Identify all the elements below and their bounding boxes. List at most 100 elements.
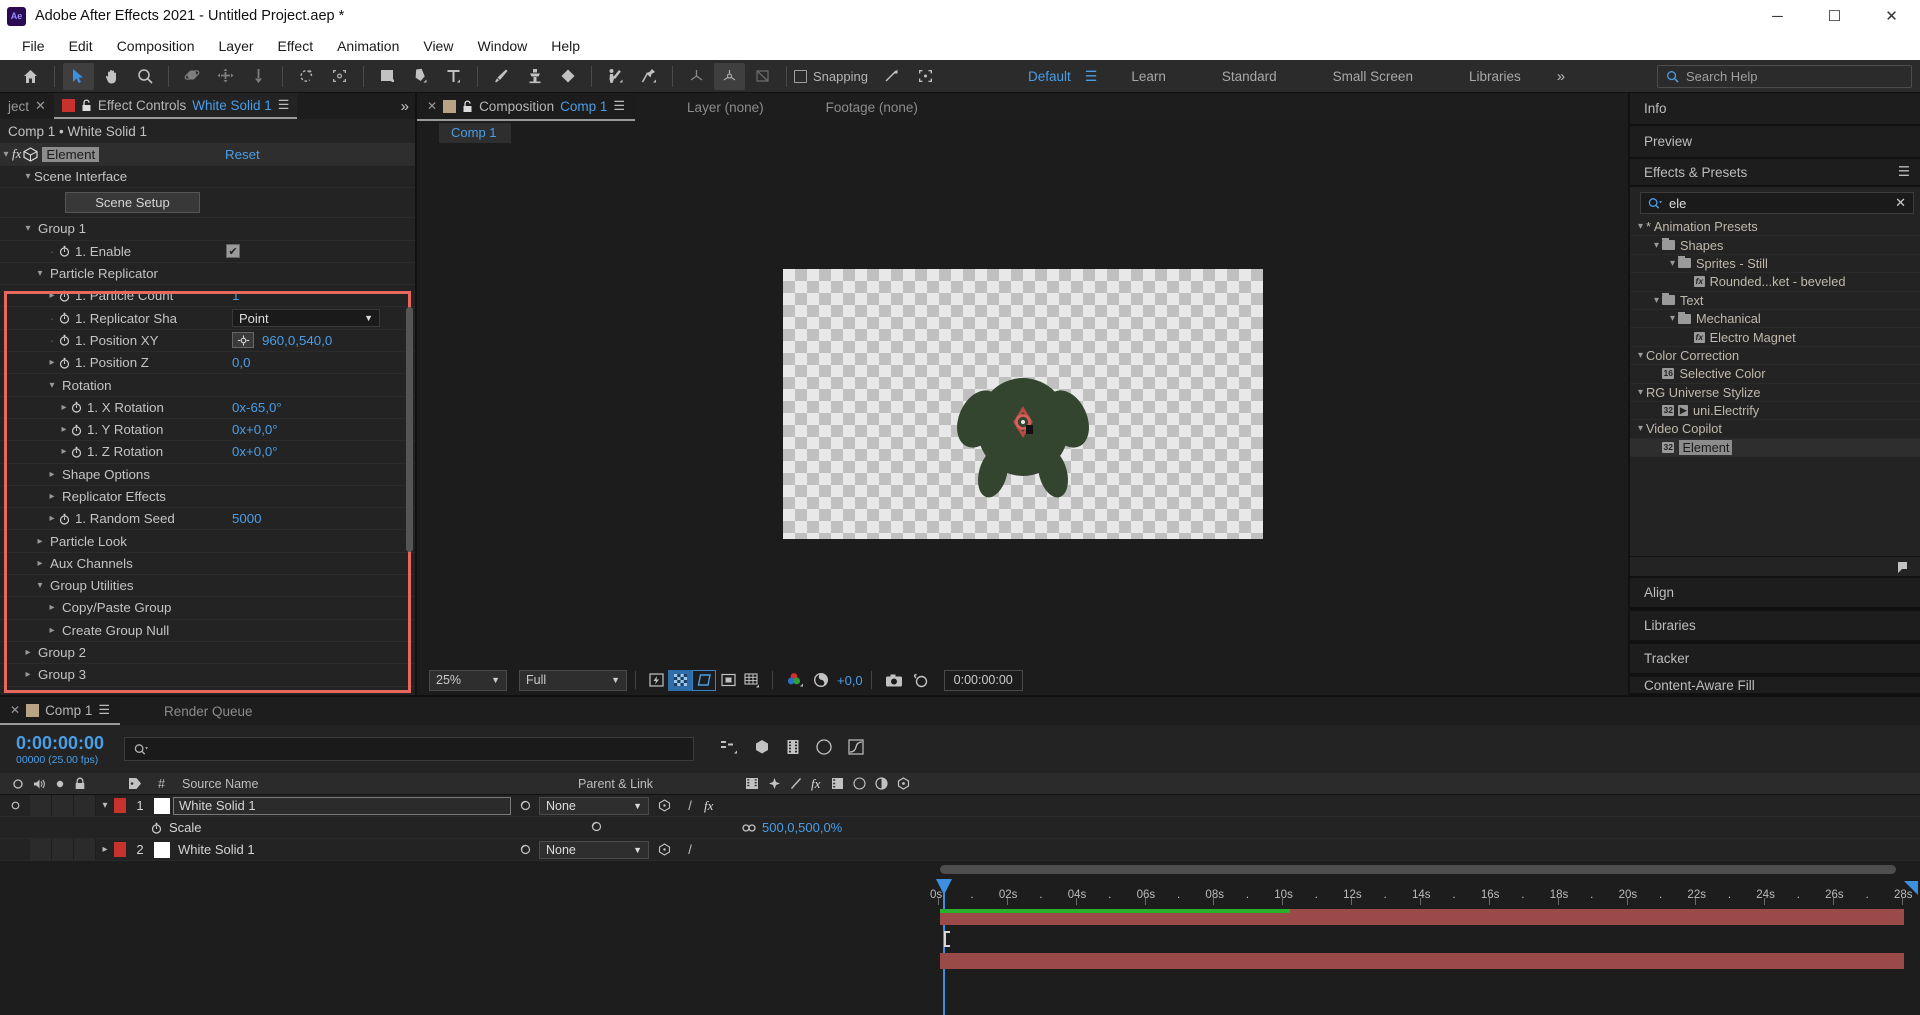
layer-work-bar-1[interactable] bbox=[940, 909, 1290, 913]
effect-param-value[interactable]: 0x-65,0° bbox=[232, 400, 282, 415]
channel-rgb-icon[interactable] bbox=[781, 670, 809, 691]
workspace-learn[interactable]: Learn bbox=[1103, 69, 1194, 84]
twirl-down-icon[interactable]: ▾ bbox=[1635, 387, 1646, 398]
stopwatch-icon[interactable] bbox=[71, 401, 82, 413]
draft-3d-icon[interactable] bbox=[754, 739, 770, 760]
twirl-down-icon[interactable]: ▾ bbox=[1651, 295, 1662, 306]
twirl-down-icon[interactable]: ▾ bbox=[22, 223, 34, 234]
stopwatch-icon[interactable] bbox=[59, 357, 70, 369]
menu-item-window[interactable]: Window bbox=[465, 35, 539, 57]
parent-pick-whip-icon[interactable] bbox=[511, 799, 539, 812]
align-panel-header[interactable]: Align bbox=[1630, 576, 1920, 609]
effect-header-row[interactable]: ▾ fx Element Reset bbox=[0, 143, 415, 166]
replicator-shape-dropdown[interactable]: Point ▼ bbox=[232, 309, 380, 328]
workspace-standard[interactable]: Standard bbox=[1194, 69, 1305, 84]
new-folder-icon[interactable] bbox=[1895, 560, 1910, 574]
search-help-field[interactable]: Search Help bbox=[1657, 65, 1912, 88]
close-button[interactable]: ✕ bbox=[1863, 0, 1920, 32]
stopwatch-icon[interactable] bbox=[58, 334, 71, 347]
rotation-tool-icon[interactable] bbox=[291, 63, 322, 90]
effect-param-row[interactable]: ▸ Group 2 bbox=[0, 642, 415, 665]
text-tool-icon[interactable] bbox=[438, 63, 469, 90]
effect-param-value[interactable]: 0x+0,0° bbox=[232, 422, 278, 437]
effect-param-row[interactable]: · 1. Replicator Sha Point ▼ bbox=[0, 307, 415, 330]
twirl-right-icon[interactable]: ▸ bbox=[22, 669, 34, 680]
layer-label-color[interactable] bbox=[114, 798, 126, 813]
workspace-small-screen[interactable]: Small Screen bbox=[1305, 69, 1441, 84]
timeline-zoom-scrollbar[interactable] bbox=[940, 865, 1896, 874]
effect-param-row[interactable]: ▸ Create Group Null bbox=[0, 620, 415, 642]
scene-interface-row[interactable]: ▾ Scene Interface bbox=[0, 166, 415, 189]
comp1-subtab[interactable]: Comp 1 bbox=[439, 123, 511, 143]
effects-preset-row[interactable]: 16 Selective Color bbox=[1630, 365, 1920, 384]
effects-preset-row[interactable]: ▾ Text bbox=[1630, 292, 1920, 310]
info-panel-header[interactable]: Info bbox=[1630, 93, 1920, 126]
parent-pick-whip-icon[interactable] bbox=[511, 843, 539, 856]
show-snapshot-icon[interactable] bbox=[908, 670, 934, 691]
effect-param-row[interactable]: ▸ 1. Y Rotation 0x+0,0° bbox=[0, 419, 415, 442]
workspace-libraries[interactable]: Libraries bbox=[1441, 69, 1549, 84]
column-source-name[interactable]: Source Name bbox=[182, 777, 258, 791]
effect-param-row[interactable]: ▾ Group 1 bbox=[0, 218, 415, 241]
content-aware-fill-panel-header[interactable]: Content-Aware Fill bbox=[1630, 675, 1920, 695]
enable-checkbox[interactable]: ✔ bbox=[226, 244, 240, 259]
eye-icon[interactable] bbox=[10, 800, 21, 811]
twirl-down-icon[interactable]: ▾ bbox=[96, 800, 114, 811]
twirl-right-icon[interactable]: ▸ bbox=[46, 357, 58, 368]
composition-mini-flowchart-icon[interactable] bbox=[720, 739, 738, 760]
layer-audio-toggle[interactable] bbox=[30, 839, 52, 860]
region-of-interest-icon[interactable] bbox=[716, 670, 740, 691]
effects-presets-tree[interactable]: ▾ * Animation Presets ▾ Shapes ▾ Sprites - St… bbox=[1630, 218, 1920, 556]
layer-solo-toggle[interactable] bbox=[52, 795, 74, 816]
effect-param-row[interactable]: ▸ 1. Z Rotation 0x+0,0° bbox=[0, 441, 415, 464]
twirl-down-icon[interactable]: ▾ bbox=[1635, 350, 1646, 361]
stopwatch-icon[interactable] bbox=[59, 334, 70, 347]
layer-visibility-toggle[interactable] bbox=[0, 800, 30, 811]
twirl-right-icon[interactable]: ▸ bbox=[58, 446, 70, 457]
effect-controls-tab[interactable]: Effect Controls White Solid 1 ☰ bbox=[53, 93, 298, 119]
project-tab[interactable]: ject ✕ bbox=[0, 93, 54, 119]
render-queue-tab[interactable]: Render Queue bbox=[154, 697, 263, 725]
minimize-button[interactable]: ─ bbox=[1749, 0, 1806, 32]
effects-preset-row[interactable]: ▾ * Animation Presets bbox=[1630, 218, 1920, 237]
eraser-tool-icon[interactable] bbox=[552, 63, 583, 90]
twirl-right-icon[interactable]: ▸ bbox=[58, 424, 70, 435]
twirl-right-icon[interactable]: ▸ bbox=[34, 536, 46, 547]
layer-parent-dropdown[interactable]: None ▼ bbox=[539, 840, 649, 859]
effect-param-row[interactable]: ▸ 1. Position Z 0,0 bbox=[0, 352, 415, 375]
menu-item-layer[interactable]: Layer bbox=[207, 35, 266, 57]
mask-shape-icon[interactable] bbox=[692, 669, 716, 691]
effect-controls-list[interactable]: ▾ fx Element Reset ▾ Scene Interface Sce… bbox=[0, 143, 415, 695]
twirl-down-icon[interactable]: ▾ bbox=[46, 380, 58, 391]
link-icon[interactable] bbox=[742, 823, 756, 833]
panel-menu-icon[interactable]: ☰ bbox=[278, 97, 290, 113]
twirl-down-icon[interactable]: ▾ bbox=[1651, 240, 1662, 251]
composition-canvas[interactable] bbox=[782, 269, 1263, 539]
menu-item-edit[interactable]: Edit bbox=[57, 35, 105, 57]
effect-param-value[interactable]: 5000 bbox=[232, 511, 262, 526]
layer-quality-switch[interactable]: / bbox=[679, 842, 701, 857]
effect-param-row[interactable]: ▸ 1. X Rotation 0x-65,0° bbox=[0, 397, 415, 419]
timeline-property-row[interactable]: Scale 500,0,500,0% bbox=[0, 817, 1920, 839]
effects-search-field[interactable]: ele ✕ bbox=[1640, 192, 1914, 214]
stopwatch-icon[interactable] bbox=[58, 245, 71, 257]
snap-bounds-icon[interactable] bbox=[910, 63, 941, 90]
twirl-down-icon[interactable]: ▾ bbox=[1667, 313, 1678, 324]
zoom-select[interactable]: 25% ▼ bbox=[429, 669, 507, 691]
twirl-right-icon[interactable]: ▸ bbox=[46, 602, 58, 613]
twirl-down-icon[interactable]: ▾ bbox=[1635, 221, 1646, 232]
layer-parent-dropdown[interactable]: None ▼ bbox=[539, 796, 649, 815]
pan-tool-icon[interactable] bbox=[210, 63, 241, 90]
timeline-comp-tab[interactable]: ✕ Comp 1 ☰ bbox=[0, 697, 120, 725]
stopwatch-icon[interactable] bbox=[58, 513, 71, 525]
layer-lock-toggle[interactable] bbox=[74, 795, 96, 816]
twirl-right-icon[interactable]: ▸ bbox=[46, 290, 58, 301]
close-icon[interactable]: ✕ bbox=[427, 99, 437, 113]
effects-presets-panel-header[interactable]: Effects & Presets ☰ bbox=[1630, 159, 1920, 187]
panel-menu-icon[interactable]: ☰ bbox=[98, 702, 110, 718]
composition-viewer[interactable] bbox=[417, 143, 1628, 665]
effects-preset-row[interactable]: 32 Element bbox=[1630, 438, 1920, 458]
effect-param-value[interactable]: 0,0 bbox=[232, 355, 251, 370]
hand-tool-icon[interactable] bbox=[96, 63, 127, 90]
effects-preset-row[interactable]: ▾ Mechanical bbox=[1630, 310, 1920, 329]
